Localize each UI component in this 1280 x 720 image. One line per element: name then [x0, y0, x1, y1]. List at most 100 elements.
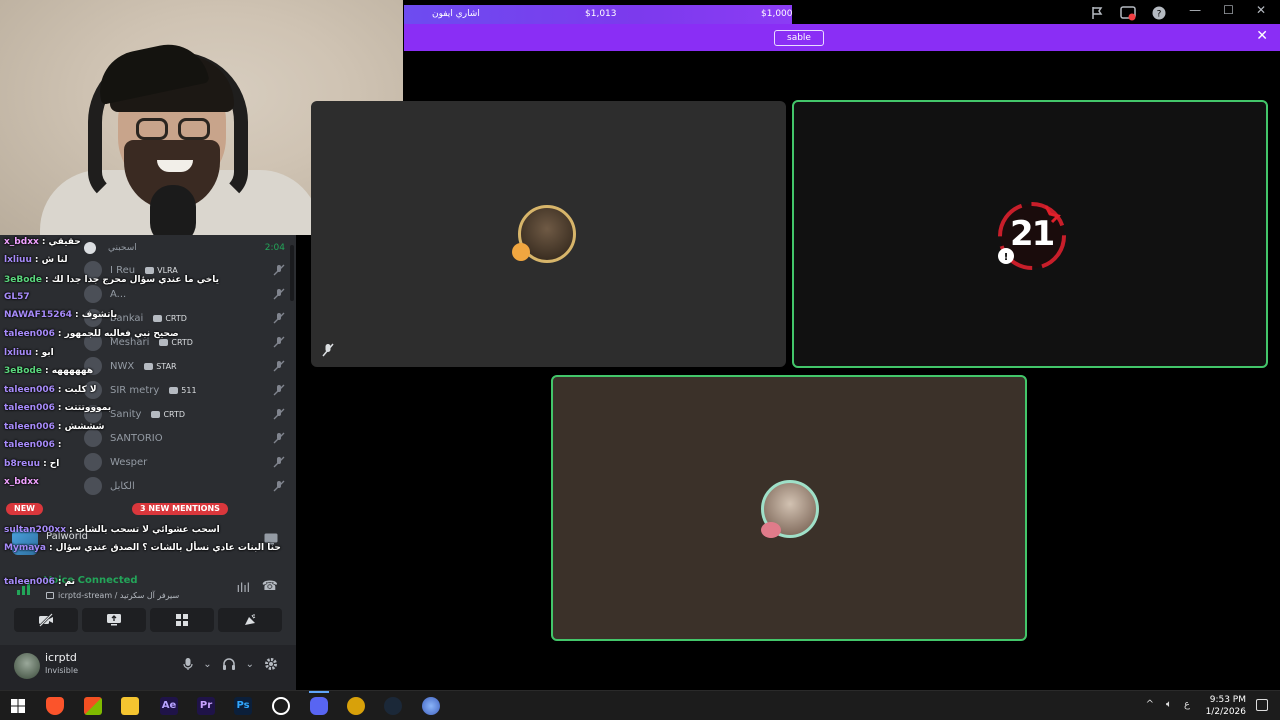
clock[interactable]: 9:53 PM 1/2/2026: [1206, 694, 1246, 718]
tag-icon: [169, 386, 179, 394]
flag-icon[interactable]: [1090, 6, 1104, 20]
avatar: [84, 309, 102, 327]
volume-icon[interactable]: 🔈︎: [1166, 699, 1172, 710]
store-icon[interactable]: [84, 697, 102, 715]
voice-member-row[interactable]: I Reu VLRA: [84, 261, 289, 279]
voice-channel-path-text: icrptd-stream / سيرفر آل سكرتيد: [58, 591, 180, 600]
stage-tile-user-b[interactable]: ! 21: [792, 100, 1268, 368]
donation-current: $1,013: [585, 9, 617, 19]
avatar: [84, 405, 102, 423]
member-tag-badge: 511: [169, 385, 197, 395]
donut-decoration-icon: [761, 522, 781, 538]
tray-chevron-up-icon[interactable]: ^: [1146, 699, 1154, 710]
voice-member-row[interactable]: bankai CRTD: [84, 309, 289, 327]
user-status: Invisible: [45, 666, 78, 675]
language-indicator[interactable]: ع: [1184, 699, 1190, 710]
member-tag-text: CRTD: [163, 409, 186, 419]
voice-channel-name: اسحبني: [108, 243, 137, 253]
activity-game-name: Palworld: [46, 531, 89, 542]
disconnect-icon[interactable]: ☎: [262, 579, 278, 594]
voice-member-name: SIR metry: [110, 384, 160, 396]
user-controls: ⌄ ⌄: [183, 657, 278, 671]
stage-tile-user-c[interactable]: [551, 375, 1027, 641]
headphones-chevron-down-icon[interactable]: ⌄: [246, 659, 254, 670]
minimize-button[interactable]: —: [1189, 3, 1201, 17]
voice-connected-status[interactable]: Voice Connected: [44, 575, 138, 586]
voice-member-name: NWX: [110, 360, 135, 372]
voice-member-name: I Reu: [110, 264, 136, 276]
window-controls: — ☐ ✕: [1189, 3, 1266, 17]
new-mentions-pill[interactable]: 3 NEW MENTIONS: [132, 503, 228, 515]
voice-member-row[interactable]: Sanity CRTD: [84, 405, 289, 423]
voice-member-row[interactable]: الكابل: [84, 477, 289, 495]
muted-icon: [273, 456, 285, 468]
windows-icon[interactable]: [9, 697, 27, 715]
member-tag-text: STAR: [156, 361, 177, 371]
activities-button[interactable]: [150, 608, 214, 632]
notification-icon[interactable]: [1256, 699, 1268, 711]
mic-chevron-down-icon[interactable]: ⌄: [203, 659, 211, 670]
muted-icon: [273, 408, 285, 420]
maximize-button[interactable]: ☐: [1223, 3, 1234, 17]
voice-member-row[interactable]: Wesper: [84, 453, 289, 471]
muted-icon: [273, 360, 285, 372]
obs-icon[interactable]: [272, 697, 290, 715]
tag-icon: [151, 410, 161, 418]
soundboard-icon: [245, 614, 256, 625]
screen-share-button[interactable]: [82, 608, 146, 632]
activity-status: Palworld: [6, 525, 290, 565]
avatar: [84, 261, 102, 279]
cat-decoration-icon: [512, 243, 530, 261]
brave-icon[interactable]: [46, 697, 64, 715]
webcam-microphone: [150, 185, 196, 235]
browser-icon[interactable]: [422, 697, 440, 715]
member-tag-badge: CRTD: [151, 410, 185, 419]
voice-channel-path[interactable]: icrptd-stream / سيرفر آل سكرتيد: [46, 591, 179, 600]
member-tag-text: 511: [181, 385, 197, 395]
stage-tile-user-a[interactable]: [311, 101, 786, 367]
windows-taskbar: Ae Pr Ps ^ 🔈︎ ع 9:53 PM 1/2/2026: [0, 690, 1280, 720]
inbox-icon[interactable]: [1120, 5, 1136, 21]
user-name[interactable]: icrptd: [45, 651, 77, 664]
noise-suppression-icon[interactable]: ılıl: [237, 581, 250, 595]
tag-icon: [145, 266, 155, 274]
sidebar-scrollbar[interactable]: [290, 245, 294, 301]
member-tag-text: CRTD: [171, 337, 193, 347]
gear-icon[interactable]: [264, 657, 278, 671]
steam-icon[interactable]: [384, 697, 402, 715]
screen-share-icon[interactable]: [264, 533, 278, 545]
help-icon[interactable]: ?: [1152, 6, 1166, 20]
headphones-icon[interactable]: [222, 657, 236, 671]
voice-member-row[interactable]: SANTORIO: [84, 429, 289, 447]
pr-icon[interactable]: Pr: [197, 697, 215, 715]
close-window-button[interactable]: ✕: [1256, 3, 1266, 17]
muted-icon: [273, 480, 285, 492]
new-messages-pill[interactable]: NEW: [6, 503, 43, 515]
promo-action-button[interactable]: sable: [774, 30, 824, 46]
signal-icon[interactable]: [16, 581, 32, 595]
active-app-indicator: [309, 691, 329, 693]
avatar: [84, 477, 102, 495]
avatar: [84, 333, 102, 351]
app-icon[interactable]: [347, 697, 365, 715]
avatar: [84, 381, 102, 399]
explorer-icon[interactable]: [121, 697, 139, 715]
avatar[interactable]: [14, 653, 40, 679]
palworld-game-icon: [12, 529, 38, 555]
member-tag-text: VLRA: [157, 265, 178, 275]
promo-close-button[interactable]: ✕: [1256, 28, 1268, 44]
microphone-icon[interactable]: [183, 657, 193, 671]
discord-icon[interactable]: [310, 697, 328, 715]
toggle-camera-button[interactable]: [14, 608, 78, 632]
voice-channel-header[interactable]: اسحبني 2:04: [84, 239, 289, 257]
voice-member-row[interactable]: Meshari CRTD: [84, 333, 289, 351]
member-tag-badge: STAR: [144, 361, 177, 371]
ae-icon[interactable]: Ae: [160, 697, 178, 715]
ps-icon[interactable]: Ps: [234, 697, 252, 715]
voice-member-row[interactable]: NWX STAR: [84, 357, 289, 375]
avatar: [84, 285, 102, 303]
voice-member-row[interactable]: SIR metry 511: [84, 381, 289, 399]
muted-icon: [273, 336, 285, 348]
soundboard-button[interactable]: [218, 608, 282, 632]
voice-member-row[interactable]: A...: [84, 285, 289, 303]
